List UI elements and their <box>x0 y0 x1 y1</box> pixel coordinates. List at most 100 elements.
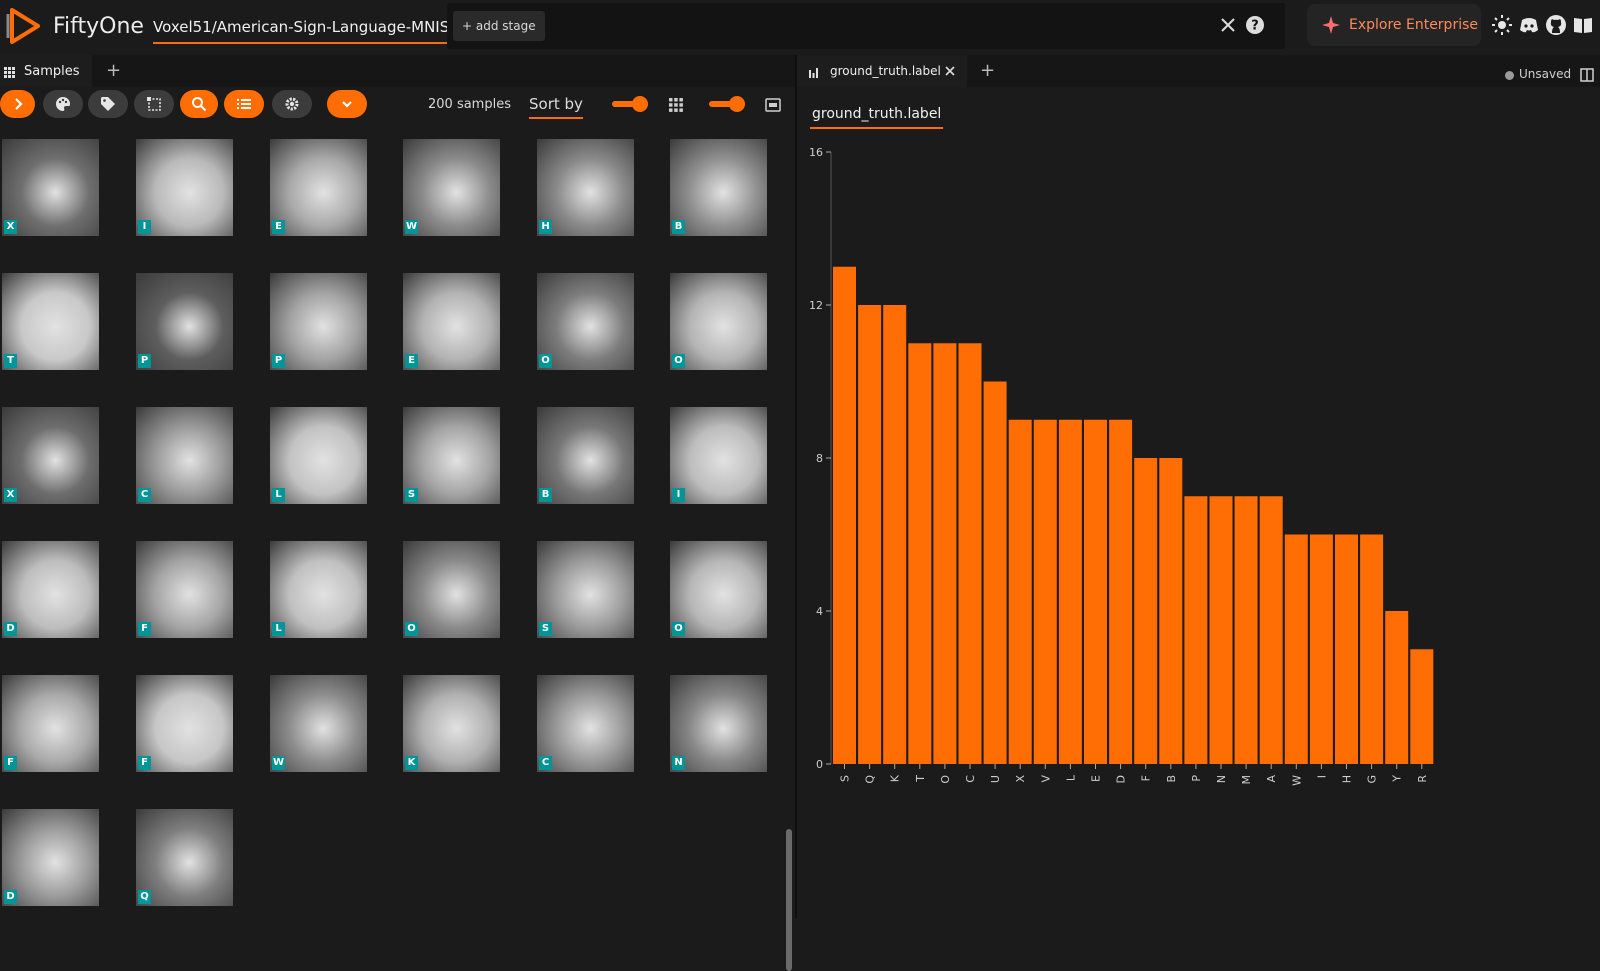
fullscreen-icon[interactable] <box>765 97 781 113</box>
sample-thumbnail[interactable]: F <box>136 541 233 638</box>
y-tick-label: 0 <box>816 758 823 771</box>
histogram-bar[interactable] <box>958 343 982 764</box>
histogram-bar[interactable] <box>1033 419 1057 764</box>
ground-truth-badge: E <box>405 354 418 368</box>
sample-thumbnail[interactable]: B <box>537 407 634 504</box>
sparkle-icon <box>1322 16 1340 34</box>
sample-thumbnail[interactable]: D <box>2 541 99 638</box>
grid-scrollbar[interactable] <box>786 829 792 971</box>
histogram-bar[interactable] <box>933 343 957 764</box>
histogram-bar[interactable] <box>833 266 856 764</box>
split-layout-icon[interactable] <box>1580 68 1594 82</box>
histogram-bar[interactable] <box>1209 496 1233 764</box>
sample-thumbnail[interactable]: O <box>670 273 767 370</box>
chevron-down-icon <box>342 101 352 108</box>
histogram-bar[interactable] <box>1385 611 1409 764</box>
tag-button[interactable] <box>88 90 128 118</box>
more-options-button[interactable] <box>327 90 367 118</box>
sample-thumbnail[interactable]: I <box>670 407 767 504</box>
chevron-right-icon <box>14 98 23 110</box>
histogram-bar[interactable] <box>1309 534 1333 765</box>
expand-sidebar-button[interactable] <box>0 90 35 118</box>
sample-thumbnail[interactable]: B <box>670 139 767 236</box>
histogram-bar[interactable] <box>1109 419 1133 764</box>
color-scheme-button[interactable] <box>43 90 83 118</box>
help-icon[interactable]: ? <box>1245 15 1265 35</box>
sample-thumbnail[interactable]: L <box>270 407 367 504</box>
sample-thumbnail[interactable]: E <box>403 273 500 370</box>
histogram-bar[interactable] <box>1134 458 1158 764</box>
grid-layout-icon[interactable] <box>668 97 684 113</box>
sample-thumbnail[interactable]: S <box>537 541 634 638</box>
theme-toggle-icon[interactable] <box>1491 14 1513 36</box>
histogram-bar[interactable] <box>1410 649 1434 764</box>
samples-tab-row: Samples + <box>0 55 795 87</box>
ground-truth-badge: E <box>272 220 285 234</box>
sample-thumbnail[interactable]: W <box>403 139 500 236</box>
x-tick-label: Q <box>864 775 877 784</box>
settings-button[interactable] <box>272 90 312 118</box>
sample-thumbnail[interactable]: Q <box>136 809 233 906</box>
similarity-search-button[interactable] <box>180 90 218 118</box>
close-tab-icon[interactable] <box>945 66 955 76</box>
sample-thumbnail[interactable]: F <box>2 675 99 772</box>
x-tick-label: F <box>1140 775 1153 781</box>
y-tick-label: 4 <box>816 605 823 618</box>
patches-button[interactable] <box>134 90 174 118</box>
add-panel-button[interactable]: + <box>106 60 121 81</box>
histogram-bar[interactable] <box>1259 496 1283 764</box>
sample-thumbnail[interactable]: E <box>270 139 367 236</box>
sample-thumbnail[interactable]: O <box>670 541 767 638</box>
clear-view-icon[interactable] <box>1219 16 1237 34</box>
fiftyone-logo-icon[interactable] <box>4 6 44 46</box>
docs-icon[interactable] <box>1572 14 1594 36</box>
add-stage-button[interactable]: + add stage <box>453 11 545 41</box>
sort-direction-toggle[interactable] <box>612 96 648 112</box>
sample-thumbnail[interactable]: L <box>270 541 367 638</box>
sample-thumbnail[interactable]: N <box>670 675 767 772</box>
histogram-bar[interactable] <box>1234 496 1258 764</box>
sort-by-similarity-button[interactable] <box>224 90 264 118</box>
sample-thumbnail[interactable]: O <box>537 273 634 370</box>
histogram-bar[interactable] <box>883 305 907 764</box>
sample-thumbnail[interactable]: W <box>270 675 367 772</box>
histogram-bar[interactable] <box>1335 534 1358 765</box>
tab-samples[interactable]: Samples <box>0 55 92 87</box>
field-selector[interactable]: ground_truth.label <box>810 106 944 129</box>
dataset-selector[interactable]: Voxel51/American-Sign-Language-MNIST <box>153 18 459 44</box>
histogram-bar[interactable] <box>1084 419 1107 764</box>
sample-thumbnail[interactable]: C <box>537 675 634 772</box>
ground-truth-badge: X <box>4 488 17 502</box>
histogram-bar[interactable] <box>1284 534 1308 765</box>
sample-thumbnail[interactable]: S <box>403 407 500 504</box>
sample-thumbnail[interactable]: C <box>136 407 233 504</box>
sort-by-selector[interactable]: Sort by <box>529 95 583 119</box>
histogram-bar[interactable] <box>858 305 882 764</box>
sample-thumbnail[interactable]: O <box>403 541 500 638</box>
sample-thumbnail[interactable]: X <box>2 407 99 504</box>
histogram-bar[interactable] <box>1058 419 1082 764</box>
ground-truth-badge: P <box>138 354 151 368</box>
thumbnail-size-slider[interactable] <box>709 96 745 112</box>
sample-thumbnail[interactable]: I <box>136 139 233 236</box>
histogram-bar[interactable] <box>1008 419 1032 764</box>
sample-thumbnail[interactable]: K <box>403 675 500 772</box>
add-plot-panel-button[interactable]: + <box>980 60 995 81</box>
histogram-bar[interactable] <box>983 381 1007 765</box>
sample-thumbnail[interactable]: F <box>136 675 233 772</box>
sample-thumbnail[interactable]: P <box>270 273 367 370</box>
explore-enterprise-button[interactable]: Explore Enterprise <box>1307 4 1481 46</box>
github-icon[interactable] <box>1545 14 1567 36</box>
histogram-bar[interactable] <box>1360 534 1384 765</box>
ground-truth-badge: O <box>539 354 552 368</box>
histogram-bar[interactable] <box>908 343 932 764</box>
discord-icon[interactable] <box>1518 14 1540 36</box>
sample-thumbnail[interactable]: P <box>136 273 233 370</box>
sample-thumbnail[interactable]: T <box>2 273 99 370</box>
tab-ground-truth-label[interactable]: ground_truth.label <box>797 55 967 87</box>
histogram-bar[interactable] <box>1159 458 1183 764</box>
sample-thumbnail[interactable]: X <box>2 139 99 236</box>
sample-thumbnail[interactable]: H <box>537 139 634 236</box>
sample-thumbnail[interactable]: D <box>2 809 99 906</box>
histogram-bar[interactable] <box>1184 496 1208 764</box>
